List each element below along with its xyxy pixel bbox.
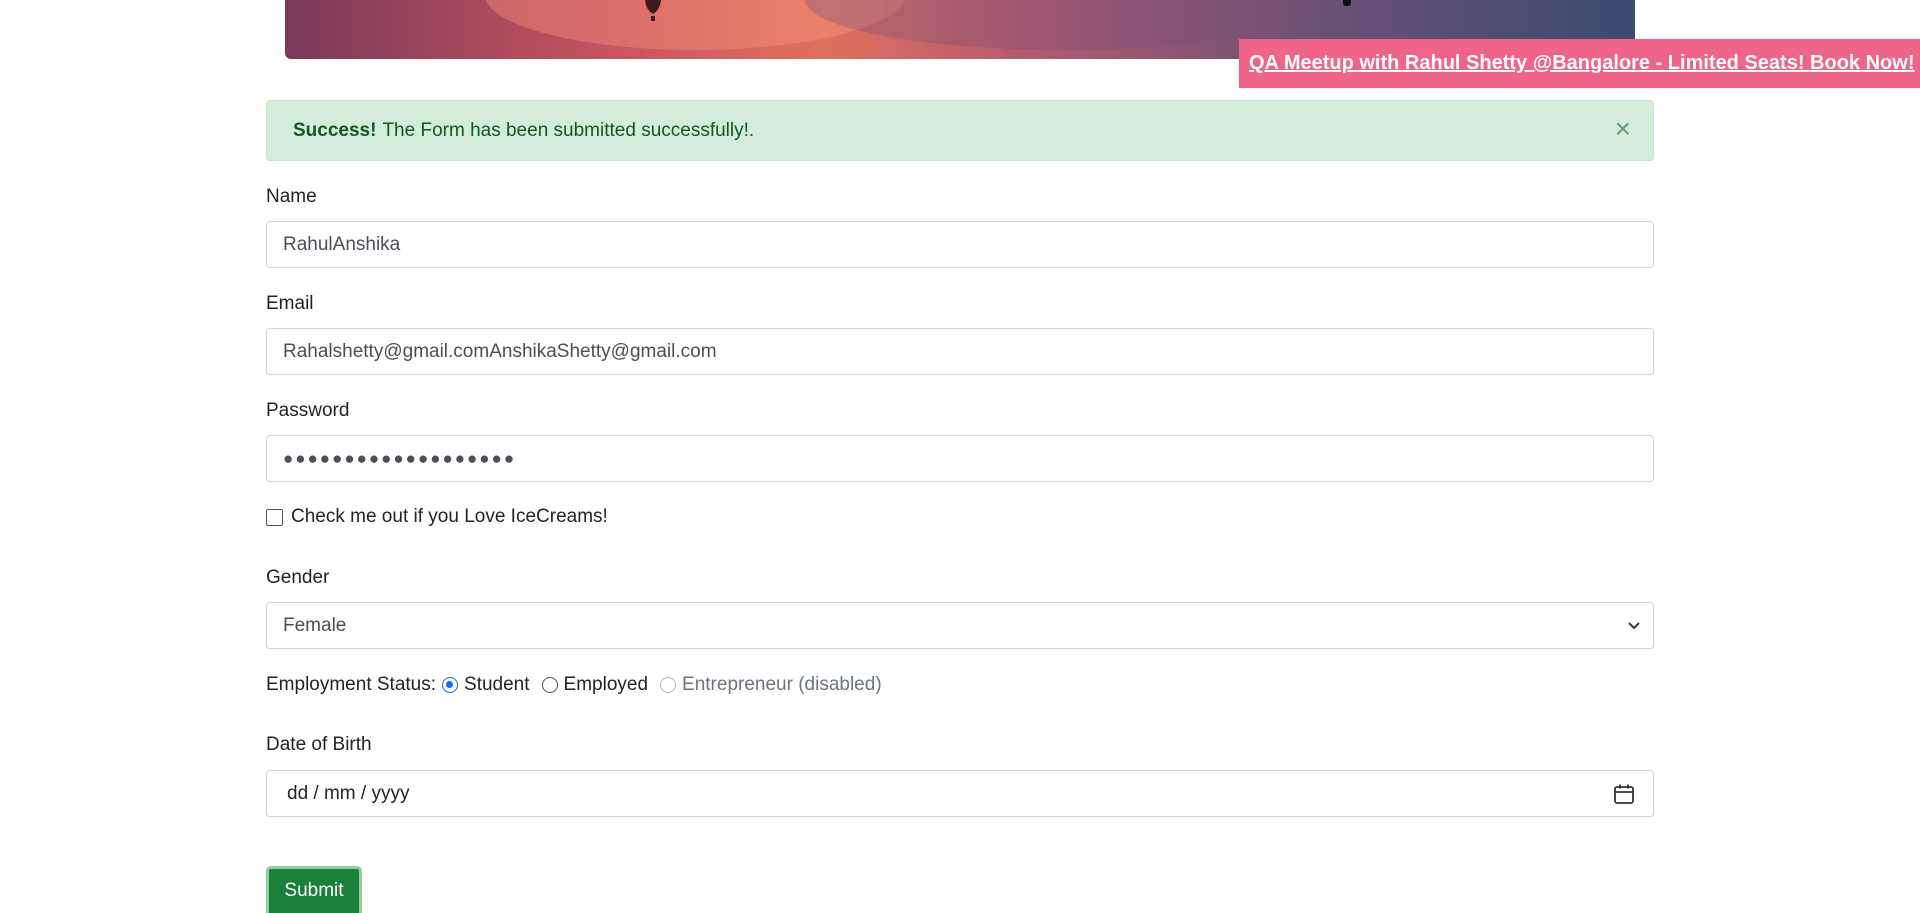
name-label: Name xyxy=(266,186,317,207)
hot-air-balloon-icon xyxy=(645,0,661,21)
employment-option-employed[interactable]: Employed xyxy=(541,674,649,696)
password-input[interactable]: ●●●●●●●●●●●●●●●●●●● xyxy=(266,435,1654,482)
close-icon[interactable]: × xyxy=(1615,115,1631,143)
icecream-checkbox-row: Check me out if you Love IceCreams! xyxy=(266,506,608,528)
promo-link[interactable]: QA Meetup with Rahul Shetty @Bangalore -… xyxy=(1249,52,1914,75)
calendar-icon[interactable] xyxy=(1613,783,1635,805)
name-input[interactable]: RahulAnshika xyxy=(266,221,1654,268)
promo-banner[interactable]: QA Meetup with Rahul Shetty @Bangalore -… xyxy=(1239,39,1920,88)
email-label: Email xyxy=(266,293,314,314)
page: QA Meetup with Rahul Shetty @Bangalore -… xyxy=(0,0,1920,913)
student-radio-label: Student xyxy=(464,674,530,695)
employed-radio-label: Employed xyxy=(563,674,649,695)
gender-label: Gender xyxy=(266,567,330,588)
password-input-value: ●●●●●●●●●●●●●●●●●●● xyxy=(283,448,517,468)
employment-status-group: Employment Status: Student Employed Entr… xyxy=(266,674,894,696)
icecream-checkbox[interactable] xyxy=(266,508,283,526)
email-input[interactable]: Rahalshetty@gmail.comAnshikaShetty@gmail… xyxy=(266,328,1654,375)
password-label: Password xyxy=(266,400,350,421)
alert-message: The Form has been submitted successfully… xyxy=(382,119,755,141)
chevron-down-icon xyxy=(1628,622,1640,630)
icecream-checkbox-label[interactable]: Check me out if you Love IceCreams! xyxy=(291,506,608,528)
name-input-value: RahulAnshika xyxy=(283,233,401,255)
employment-status-label: Employment Status: xyxy=(266,674,437,695)
gender-select[interactable]: Female xyxy=(266,602,1654,649)
student-radio[interactable] xyxy=(442,677,459,693)
employment-option-entrepreneur: Entrepreneur (disabled) xyxy=(660,674,882,696)
dob-input[interactable]: dd / mm / yyyy xyxy=(266,770,1654,817)
submit-button[interactable]: Submit xyxy=(266,866,362,913)
banner-post xyxy=(1343,0,1351,6)
employed-radio[interactable] xyxy=(541,677,558,693)
dob-label: Date of Birth xyxy=(266,734,372,755)
alert-strong: Success! xyxy=(293,119,377,141)
dob-input-placeholder: dd / mm / yyyy xyxy=(287,782,410,804)
success-alert: Success! The Form has been submitted suc… xyxy=(266,100,1654,161)
email-input-value: Rahalshetty@gmail.comAnshikaShetty@gmail… xyxy=(283,340,717,362)
employment-option-student[interactable]: Student xyxy=(442,674,530,696)
entrepreneur-radio-label: Entrepreneur (disabled) xyxy=(682,674,882,695)
gender-select-value: Female xyxy=(283,614,347,636)
entrepreneur-radio xyxy=(660,677,677,693)
